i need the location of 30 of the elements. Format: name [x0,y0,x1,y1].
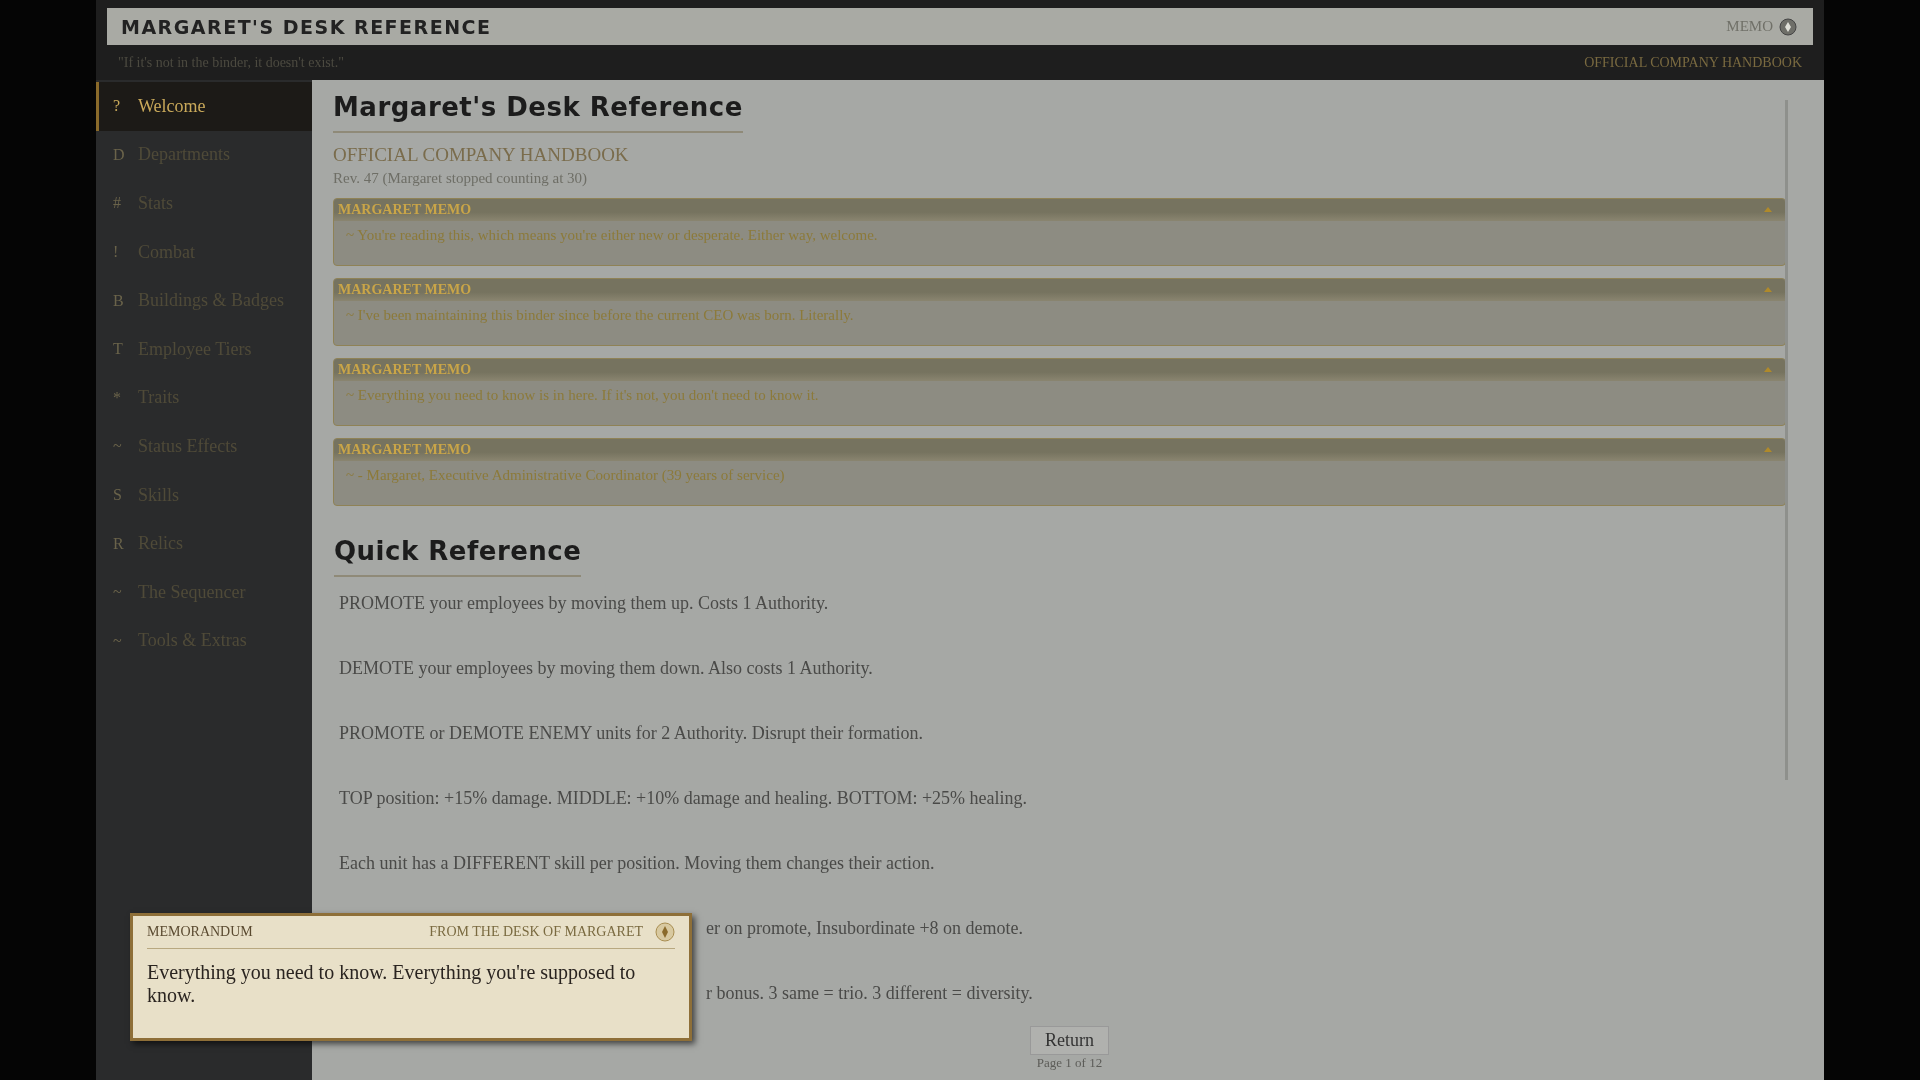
memo-title[interactable]: MARGARET MEMO [338,202,472,219]
page-subtitle: OFFICIAL COMPANY HANDBOOK [333,144,630,167]
page-indicator: Page 1 of 12 [1036,1055,1103,1072]
memo-text: ~ You're reading this, which means you're either new or desperate. Either way, welcome. [345,226,879,246]
memo-title[interactable]: MARGARET MEMO [338,442,472,459]
reference-text: PROMOTE your employees by moving them up. Costs 1 Authority. [338,592,829,616]
reference-text: PROMOTE or DEMOTE ENEMY units for 2 Authority. Disrupt their formation. [338,722,924,746]
memorandum-sender: FROM THE DESK OF MARGARET [429,924,643,940]
revision-note: Rev. 47 (Margaret stopped counting at 30) [333,170,589,188]
reference-text: er on promote, Insubordinate +8 on demote. [705,917,1024,941]
handbook-label: OFFICIAL COMPANY HANDBOOK [1584,54,1802,71]
coin-icon [1779,17,1797,36]
memo-button[interactable]: MEMO [1726,17,1797,36]
memorandum-text: Everything you need to know. Everything you're supposed to know. [147,961,637,1007]
reference-text: r bonus. 3 same = trio. 3 different = diversity. [705,982,1033,1006]
reference-text: DEMOTE your employees by moving them down. Also costs 1 Authority. [338,657,873,681]
memo-title[interactable]: MARGARET MEMO [338,362,472,379]
seal-icon[interactable] [655,922,675,942]
memo-text: ~ I've been maintaining this binder since before the current CEO was born. Literally. [345,306,855,326]
memo-title[interactable]: MARGARET MEMO [338,282,472,299]
section-title: Quick Reference [334,536,582,578]
reference-text: TOP position: +15% damage. MIDDLE: +10% damage and healing. BOTTOM: +25% healing. [338,787,1027,811]
app-title: MARGARET'S DESK REFERENCE [121,15,492,38]
page-title: Margaret's Desk Reference [333,92,743,134]
memorandum-label: MEMORANDUM [147,924,254,940]
reference-text: Each unit has a DIFFERENT skill per position. Moving them changes their action. [338,852,935,876]
memo-text: ~ Everything you need to know is in here. If it's not, you don't need to know it. [345,386,820,406]
return-button[interactable]: Return [1030,1026,1109,1056]
memo-text: ~ - Margaret, Executive Administrative Coordinator (39 years of service) [345,466,786,486]
sidebar-item[interactable]: ? Welcome [96,82,312,131]
